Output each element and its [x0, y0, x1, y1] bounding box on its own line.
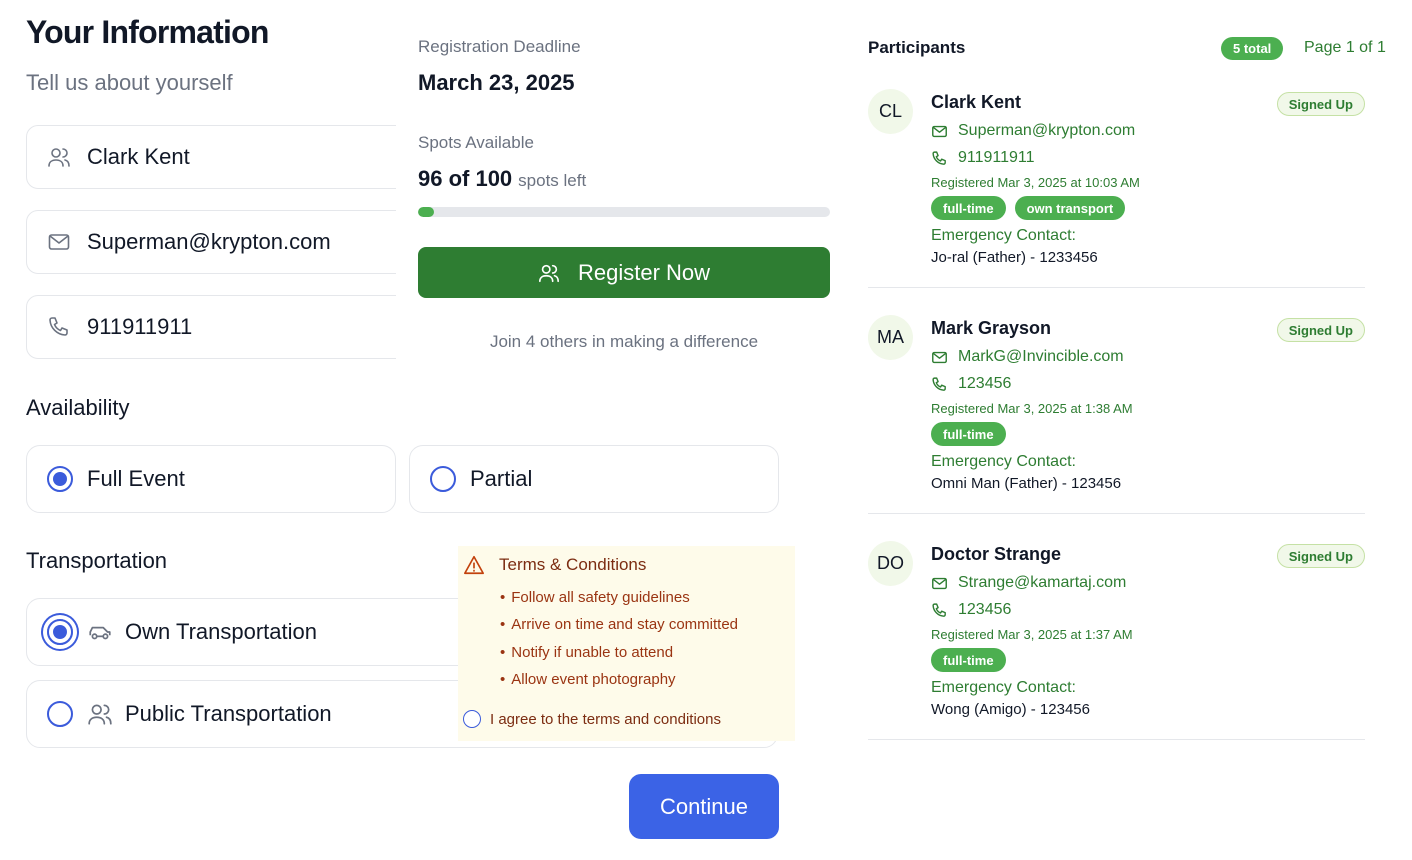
- emergency-contact-label: Emergency Contact:: [931, 227, 1076, 244]
- phone-icon: [47, 315, 71, 339]
- participant-phone-text: 123456: [958, 375, 1012, 392]
- emergency-contact-label: Emergency Contact:: [931, 453, 1076, 470]
- continue-button[interactable]: Continue: [629, 774, 779, 839]
- transport-option-label: Own Transportation: [125, 619, 317, 644]
- terms-item: Follow all safety guidelines: [500, 589, 738, 616]
- radio-partial[interactable]: [430, 466, 456, 492]
- emergency-contact-value: Jo-ral (Father) - 1233456: [931, 249, 1098, 266]
- participant-email[interactable]: Superman@krypton.com: [931, 122, 1135, 140]
- avatar: DO: [868, 541, 913, 586]
- tag-list: full-time: [931, 422, 1006, 446]
- availability-option-label: Full Event: [87, 466, 185, 491]
- mail-icon: [47, 230, 71, 254]
- availability-option-partial[interactable]: Partial: [409, 445, 779, 513]
- avatar: MA: [868, 315, 913, 360]
- phone-field[interactable]: 911911911: [26, 295, 446, 359]
- emergency-contact-label: Emergency Contact:: [931, 679, 1076, 696]
- phone-icon: [931, 150, 948, 167]
- agree-terms-label: I agree to the terms and conditions: [490, 710, 721, 728]
- mail-icon: [931, 575, 948, 592]
- tag-list: full-time: [931, 648, 1006, 672]
- users-icon: [87, 701, 113, 727]
- terms-panel: Terms & Conditions Follow all safety gui…: [458, 546, 795, 741]
- emergency-contact-value: Omni Man (Father) - 123456: [931, 475, 1122, 492]
- spots-progress-bar: [418, 207, 830, 217]
- terms-title: Terms & Conditions: [499, 555, 647, 574]
- participants-total-badge: 5 total: [1221, 37, 1284, 60]
- participant-phone-text: 911911911: [958, 149, 1035, 166]
- name-value: Clark Kent: [87, 144, 190, 169]
- registered-date: Registered Mar 3, 2025 at 1:37 AM: [931, 627, 1133, 642]
- participant-name: Doctor Strange: [931, 544, 1062, 564]
- participant-name: Clark Kent: [931, 92, 1022, 112]
- register-now-button[interactable]: Register Now: [418, 247, 830, 298]
- mail-icon: [931, 349, 948, 366]
- page-subtitle: Tell us about yourself: [26, 70, 233, 95]
- tag: full-time: [931, 648, 1006, 672]
- phone-icon: [931, 376, 948, 393]
- availability-option-label: Partial: [470, 466, 533, 491]
- avatar: CL: [868, 89, 913, 134]
- participant-email[interactable]: MarkG@Invincible.com: [931, 348, 1124, 366]
- participant-phone[interactable]: 123456: [931, 375, 1011, 393]
- transportation-label: Transportation: [26, 548, 168, 573]
- participant-email-text: Superman@krypton.com: [958, 122, 1136, 139]
- participant-phone-text: 123456: [958, 601, 1012, 618]
- status-badge: Signed Up: [1276, 544, 1365, 568]
- email-value: Superman@krypton.com: [87, 229, 331, 254]
- users-icon: [47, 145, 71, 169]
- radio-public-transport[interactable]: [47, 701, 73, 727]
- radio-full-event[interactable]: [47, 466, 73, 492]
- spots-value: 96 of 100: [418, 166, 513, 191]
- participant-email[interactable]: Strange@kamartaj.com: [931, 574, 1126, 592]
- agree-terms[interactable]: I agree to the terms and conditions: [463, 710, 721, 728]
- participant-card: MA Mark Grayson Signed Up MarkG@Invincib…: [868, 315, 1365, 514]
- mail-icon: [931, 123, 948, 140]
- registered-date: Registered Mar 3, 2025 at 10:03 AM: [931, 175, 1140, 190]
- spots-available: 96 of 100 spots left: [418, 166, 586, 192]
- participant-email-text: Strange@kamartaj.com: [958, 574, 1127, 591]
- pagination-info: Page 1 of 1: [1304, 39, 1386, 56]
- tag: own transport: [1014, 196, 1126, 220]
- transport-option-label: Public Transportation: [125, 701, 332, 726]
- terms-item: Notify if unable to attend: [500, 644, 738, 671]
- participant-card: DO Doctor Strange Signed Up Strange@kama…: [868, 541, 1365, 740]
- register-label: Register Now: [577, 259, 711, 285]
- car-icon: [87, 619, 113, 645]
- terms-list: Follow all safety guidelines Arrive on t…: [500, 589, 738, 698]
- deadline-value: March 23, 2025: [418, 70, 575, 95]
- participants-title: Participants: [868, 38, 966, 57]
- join-text: Join 4 others in making a difference: [489, 332, 759, 351]
- spots-suffix: spots left: [518, 171, 587, 190]
- tag: full-time: [931, 422, 1006, 446]
- email-field[interactable]: Superman@krypton.com: [26, 210, 446, 274]
- spots-label: Spots Available: [418, 133, 534, 152]
- availability-label: Availability: [26, 395, 130, 420]
- tag-list: full-time own transport: [931, 196, 1126, 220]
- page-title: Your Information: [26, 14, 269, 50]
- warning-icon: [463, 554, 485, 576]
- emergency-contact-value: Wong (Amigo) - 123456: [931, 701, 1090, 718]
- name-field[interactable]: Clark Kent: [26, 125, 446, 189]
- participant-phone[interactable]: 123456: [931, 601, 1011, 619]
- tag: full-time: [931, 196, 1006, 220]
- users-icon: [538, 262, 560, 284]
- registered-date: Registered Mar 3, 2025 at 1:38 AM: [931, 401, 1133, 416]
- availability-option-full[interactable]: Full Event: [26, 445, 396, 513]
- participant-phone[interactable]: 911911911: [931, 149, 1035, 167]
- agree-terms-checkbox[interactable]: [463, 710, 481, 728]
- deadline-label: Registration Deadline: [418, 37, 581, 56]
- participant-email-text: MarkG@Invincible.com: [958, 348, 1124, 365]
- phone-icon: [931, 602, 948, 619]
- status-badge: Signed Up: [1276, 92, 1365, 116]
- terms-item: Arrive on time and stay committed: [500, 616, 738, 643]
- status-badge: Signed Up: [1276, 318, 1365, 342]
- participant-name: Mark Grayson: [931, 318, 1052, 338]
- phone-value: 911911911: [87, 314, 193, 339]
- spots-progress-fill: [418, 207, 435, 217]
- terms-item: Allow event photography: [500, 671, 738, 698]
- radio-own-transport[interactable]: [47, 619, 73, 645]
- participant-card: CL Clark Kent Signed Up Superman@krypton…: [868, 89, 1365, 288]
